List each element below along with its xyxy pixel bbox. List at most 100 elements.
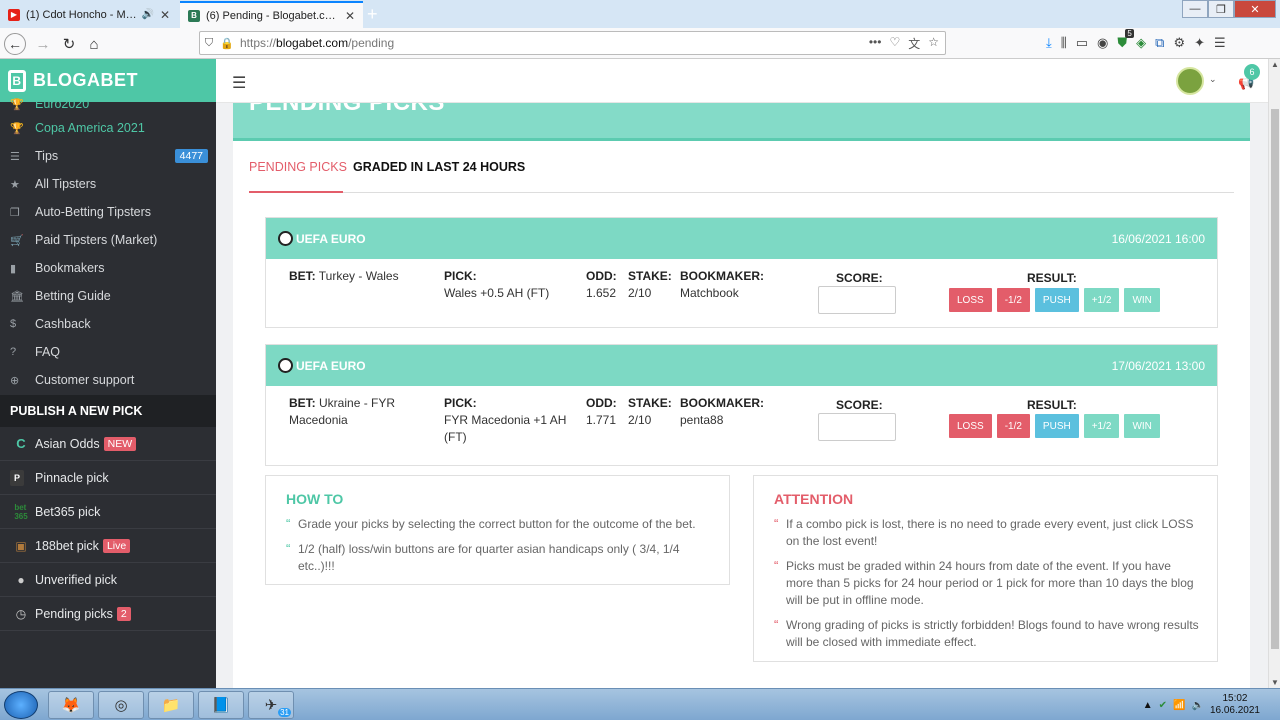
browser-tab-youtube[interactable]: ▶ (1) Cdot Honcho - Mhm M... 🔊 ✕ xyxy=(0,1,178,28)
page-actions-icon[interactable]: ••• xyxy=(869,35,882,52)
half-win-button[interactable]: +1/2 xyxy=(1083,288,1120,312)
sidebar-item-copa-america[interactable]: 🏆 Copa America 2021 xyxy=(0,114,216,142)
home-icon[interactable]: ⌂ xyxy=(83,33,105,55)
chrome-icon[interactable]: ◎ xyxy=(98,691,144,719)
score-label-text: SCORE: xyxy=(836,271,883,285)
sidebar-item-label: Tips xyxy=(35,149,59,163)
question-icon: ? xyxy=(10,346,17,358)
url-bar[interactable]: ⛉ 🔒 https:// blogabet.com /pending ••• ♡… xyxy=(199,31,946,55)
menu-icon[interactable]: ☰ xyxy=(1214,35,1226,51)
publish-asian-odds[interactable]: C Asian Odds NEW xyxy=(0,427,216,461)
pinnacle-icon: P xyxy=(10,469,24,486)
tray-arrow-icon[interactable]: ▲ xyxy=(1143,700,1153,711)
shield-icon[interactable]: ⛉ xyxy=(200,37,218,50)
sidebar-item-faq[interactable]: ? FAQ xyxy=(0,338,216,366)
clock-date: 16.06.2021 xyxy=(1209,705,1260,716)
windows-start-icon[interactable] xyxy=(4,691,38,719)
pocket-icon[interactable]: ♡ xyxy=(889,35,900,52)
pick-card: UEFA EURO 17/06/2021 13:00 BET: Ukraine … xyxy=(265,344,1218,466)
football-icon xyxy=(278,231,293,246)
loss-button[interactable]: LOSS xyxy=(949,414,992,438)
tab-pending-picks[interactable]: PENDING PICKS xyxy=(249,160,347,193)
tray-shield-icon[interactable]: ✔ xyxy=(1159,700,1167,711)
win-button[interactable]: WIN xyxy=(1124,414,1160,438)
pick-header: UEFA EURO 17/06/2021 13:00 xyxy=(266,345,1217,386)
clock-icon: ◷ xyxy=(15,606,27,621)
extension-shield-icon[interactable]: ⛊ 5 xyxy=(1117,29,1134,51)
volume-icon[interactable]: 🔈 xyxy=(1191,700,1203,711)
minimize-icon[interactable]: — xyxy=(1182,0,1208,18)
maximize-icon[interactable]: ❐ xyxy=(1208,0,1234,18)
odd-label: ODD: xyxy=(586,396,617,410)
avatar[interactable] xyxy=(1176,67,1204,95)
extension-green-icon[interactable]: ◈ xyxy=(1136,35,1146,51)
half-loss-button[interactable]: -1/2 xyxy=(996,414,1030,438)
bookmaker-cell: BOOKMAKER: penta88 xyxy=(680,395,764,429)
sidebar-item-euro2020[interactable]: 🏆 Euro2020 xyxy=(0,94,216,114)
extension-gear-icon[interactable]: ⚙ xyxy=(1173,35,1185,51)
publish-bet365[interactable]: bet 365 Bet365 pick xyxy=(0,495,216,529)
push-button[interactable]: PUSH xyxy=(1034,414,1079,438)
tab-graded-24h[interactable]: GRADED IN LAST 24 HOURS xyxy=(353,160,525,174)
window-close-icon[interactable]: ✕ xyxy=(1234,0,1276,18)
pick-date: 16/06/2021 16:00 xyxy=(1111,231,1205,246)
cart-icon: 🛒 xyxy=(10,234,24,247)
half-loss-button[interactable]: -1/2 xyxy=(996,288,1030,312)
extension-translate-icon[interactable]: ⧉ xyxy=(1155,35,1164,51)
extension-puzzle-icon[interactable]: ✦ xyxy=(1194,35,1205,51)
sidebar-item-bookmakers[interactable]: ▮ Bookmakers xyxy=(0,254,216,282)
result-buttons: LOSS -1/2 PUSH +1/2 WIN xyxy=(949,288,1160,312)
sidebar-item-all-tipsters[interactable]: ★ All Tipsters xyxy=(0,170,216,198)
scroll-down-icon[interactable]: ▼ xyxy=(1271,678,1279,687)
new-tab-icon[interactable]: + xyxy=(367,4,378,25)
score-input[interactable] xyxy=(818,286,896,314)
stake-cell: STAKE: 2/10 xyxy=(628,395,672,429)
main-content: PENDING PICKS PENDING PICKS GRADED IN LA… xyxy=(216,103,1268,688)
library-icon[interactable]: ⫼ xyxy=(1061,35,1067,51)
win-button[interactable]: WIN xyxy=(1124,288,1160,312)
firefox-icon[interactable]: 🦊 xyxy=(48,691,94,719)
close-tab-icon[interactable]: ✕ xyxy=(345,9,355,23)
scroll-up-icon[interactable]: ▲ xyxy=(1271,60,1279,69)
sidebar-item-betting-guide[interactable]: 🏛 Betting Guide xyxy=(0,282,216,310)
notepad-icon[interactable]: 📘 xyxy=(198,691,244,719)
publish-unverified[interactable]: ● Unverified pick xyxy=(0,563,216,597)
page-scrollbar[interactable]: ▲ ▼ xyxy=(1268,59,1280,688)
sidebar-item-auto-betting[interactable]: ❐ Auto-Betting Tipsters xyxy=(0,198,216,226)
pick-date: 17/06/2021 13:00 xyxy=(1111,358,1205,373)
back-icon[interactable]: ← xyxy=(4,33,26,55)
sidebar-item-tips[interactable]: ☰ Tips 4477 xyxy=(0,142,216,170)
publish-188bet[interactable]: ▣ 188bet pick Live xyxy=(0,529,216,563)
sidebar-item-customer-support[interactable]: ⊕ Customer support xyxy=(0,366,216,394)
score-label: SCORE: xyxy=(836,270,883,287)
telegram-icon[interactable]: ✈ 31 xyxy=(248,691,294,719)
forward-icon[interactable]: → xyxy=(32,33,54,55)
download-icon[interactable]: ⤓ xyxy=(1046,35,1052,51)
half-win-button[interactable]: +1/2 xyxy=(1083,414,1120,438)
loss-button[interactable]: LOSS xyxy=(949,288,992,312)
push-button[interactable]: PUSH xyxy=(1034,288,1079,312)
publish-pinnacle[interactable]: P Pinnacle pick xyxy=(0,461,216,495)
sidebar-item-cashback[interactable]: $ Cashback xyxy=(0,310,216,338)
close-tab-icon[interactable]: ✕ xyxy=(160,8,170,22)
speaker-icon[interactable]: 🔊 xyxy=(141,9,153,20)
translate-icon[interactable]: 文 xyxy=(908,35,920,52)
publish-pending-picks[interactable]: ◷ Pending picks 2 xyxy=(0,597,216,631)
reload-icon[interactable]: ↻ xyxy=(58,33,80,55)
bet-cell: BET: Ukraine - FYR Macedonia xyxy=(289,395,429,429)
publish-item-label: Pending picks xyxy=(35,606,113,621)
scroll-thumb[interactable] xyxy=(1271,109,1279,649)
network-icon[interactable]: 📶 xyxy=(1173,700,1185,711)
bookmark-star-icon[interactable]: ☆ xyxy=(928,35,939,52)
sidebar-item-paid-tipsters[interactable]: 🛒 Paid Tipsters (Market) xyxy=(0,226,216,254)
chevron-down-icon[interactable]: ⌄ xyxy=(1209,74,1217,85)
folder-icon[interactable]: 📁 xyxy=(148,691,194,719)
result-label: RESULT: xyxy=(1027,397,1077,414)
score-input[interactable] xyxy=(818,413,896,441)
account-icon[interactable]: ◉ xyxy=(1097,35,1108,51)
hamburger-menu-icon[interactable]: ☰ xyxy=(232,73,246,93)
sidebar-toggle-icon[interactable]: ▭ xyxy=(1076,35,1088,51)
clock[interactable]: 15:02 16.06.2021 xyxy=(1210,693,1260,717)
extension-badge: 5 xyxy=(1125,29,1134,38)
browser-tab-blogabet[interactable]: B (6) Pending - Blogabet.com - ... ✕ xyxy=(180,1,363,28)
